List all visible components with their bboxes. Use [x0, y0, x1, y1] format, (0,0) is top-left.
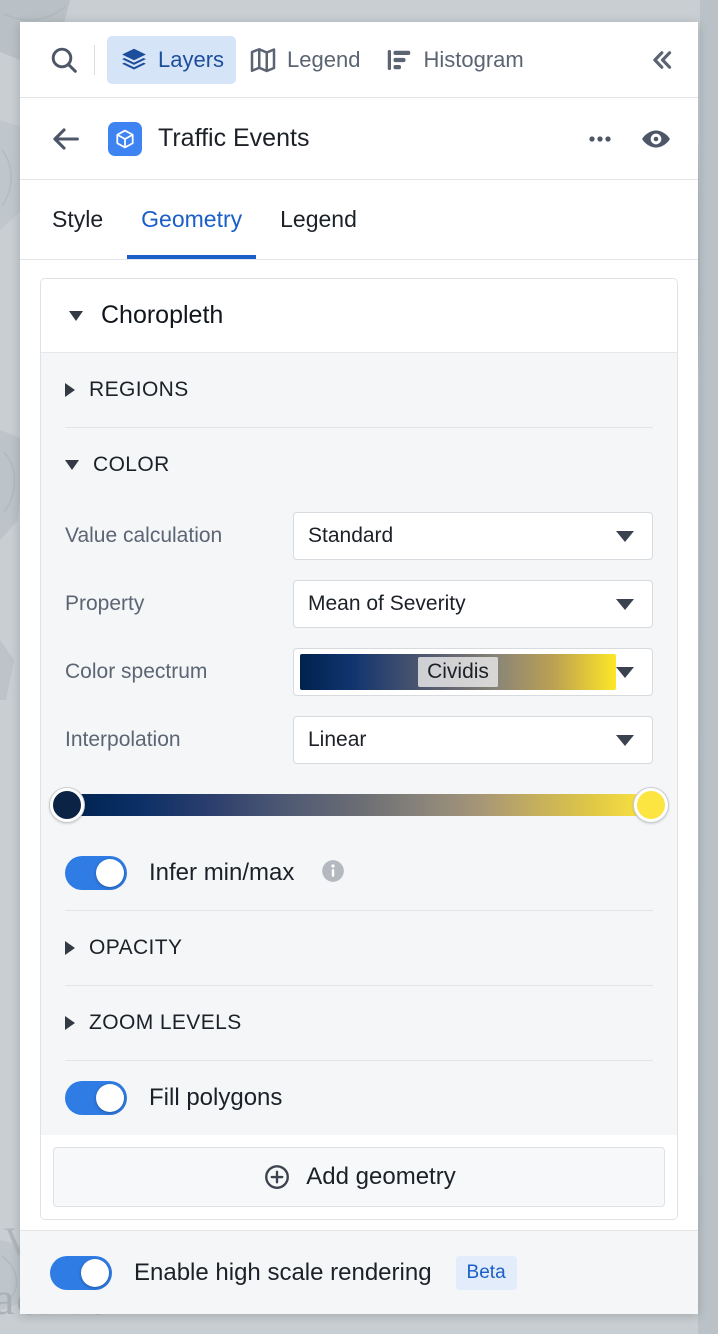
- value-calculation-label: Value calculation: [65, 524, 223, 547]
- high-scale-rendering-toggle[interactable]: [50, 1255, 112, 1290]
- section-regions-label: REGIONS: [89, 378, 189, 401]
- interpolation-select[interactable]: Linear: [293, 716, 653, 764]
- back-button[interactable]: [46, 119, 86, 159]
- chevron-right-icon: [65, 941, 75, 955]
- section-color-label: COLOR: [93, 453, 170, 476]
- fill-polygons-toggle[interactable]: [65, 1081, 127, 1115]
- section-color[interactable]: COLOR: [65, 428, 653, 502]
- toolbar-tab-layers[interactable]: Layers: [107, 35, 237, 84]
- property-select[interactable]: Mean of Severity: [293, 580, 653, 628]
- color-spectrum-label: Color spectrum: [65, 660, 208, 683]
- high-scale-rendering-label: Enable high scale rendering: [134, 1258, 432, 1286]
- layers-icon: [122, 48, 146, 69]
- row-fill-polygons: Fill polygons: [65, 1061, 653, 1135]
- layer-header: Traffic Events: [20, 98, 698, 180]
- color-range-slider[interactable]: [50, 788, 668, 822]
- info-icon[interactable]: [320, 858, 346, 889]
- toggle-knob: [96, 859, 124, 887]
- section-opacity[interactable]: OPACITY: [65, 911, 653, 985]
- color-spectrum-value: Cividis: [418, 657, 498, 687]
- section-regions[interactable]: REGIONS: [65, 353, 653, 427]
- tab-style-label: Style: [52, 206, 104, 232]
- section-zoom-levels-label: ZOOM LEVELS: [89, 1011, 242, 1034]
- chevron-right-icon: [65, 383, 75, 397]
- row-interpolation: Interpolation Linear: [65, 706, 653, 774]
- chevron-right-icon: [65, 1016, 75, 1030]
- infer-min-max-toggle[interactable]: [65, 856, 127, 890]
- arrow-left-icon: [53, 127, 79, 150]
- color-spectrum-select[interactable]: Cividis: [293, 648, 653, 696]
- tab-legend[interactable]: Legend: [266, 180, 371, 259]
- plus-circle-icon: [265, 1165, 290, 1189]
- ellipsis-icon: [589, 135, 611, 142]
- property-value: Mean of Severity: [308, 592, 466, 615]
- chevron-down-icon: [616, 530, 634, 542]
- value-calculation-select[interactable]: Standard: [293, 512, 653, 560]
- choropleth-title: Choropleth: [101, 301, 224, 329]
- value-calculation-value: Standard: [308, 524, 394, 547]
- tab-legend-label: Legend: [280, 206, 357, 232]
- section-opacity-label: OPACITY: [89, 936, 183, 959]
- geometry-card: Choropleth REGIONS COLOR Value calculati…: [40, 278, 678, 1220]
- toggle-knob: [81, 1258, 109, 1287]
- infer-min-max-label: Infer min/max: [149, 859, 295, 886]
- add-geometry-container: Add geometry: [41, 1135, 677, 1219]
- panel-toolbar: Layers Legend Histogram: [20, 22, 698, 98]
- layer-header-actions: [580, 119, 676, 159]
- row-color-spectrum: Color spectrum Cividis: [65, 638, 653, 706]
- toggle-knob: [96, 1084, 124, 1112]
- chevron-double-left-icon: [653, 50, 672, 69]
- add-geometry-label: Add geometry: [306, 1163, 456, 1190]
- toolbar-tab-legend[interactable]: Legend: [236, 36, 372, 84]
- interpolation-label: Interpolation: [65, 728, 181, 751]
- color-range-max-handle[interactable]: [634, 788, 668, 822]
- search-icon: [51, 47, 77, 73]
- tab-style[interactable]: Style: [38, 180, 117, 259]
- choropleth-section-body: REGIONS COLOR Value calculation Standard: [41, 353, 677, 1135]
- toolbar-tab-histogram-label: Histogram: [423, 46, 524, 72]
- cube-icon: [116, 129, 134, 148]
- toolbar-tab-legend-label: Legend: [287, 46, 361, 72]
- settings-tabs: Style Geometry Legend: [20, 180, 698, 260]
- color-range-min-handle[interactable]: [50, 788, 84, 822]
- layer-visibility-button[interactable]: [636, 119, 676, 159]
- histogram-icon: [388, 49, 411, 70]
- row-color-range-slider: [50, 774, 668, 836]
- add-geometry-button[interactable]: Add geometry: [53, 1147, 665, 1207]
- property-label: Property: [65, 592, 145, 615]
- toolbar-tab-layers-label: Layers: [158, 46, 225, 72]
- fill-polygons-label: Fill polygons: [149, 1084, 283, 1111]
- chevron-down-icon: [65, 460, 79, 470]
- map-icon: [250, 47, 276, 72]
- search-button[interactable]: [42, 38, 86, 82]
- beta-badge: Beta: [455, 1255, 517, 1290]
- settings-body: Choropleth REGIONS COLOR Value calculati…: [20, 260, 698, 1230]
- layer-more-options-button[interactable]: [580, 119, 620, 159]
- color-spectrum-swatch: Cividis: [300, 654, 616, 690]
- chevron-down-icon: [616, 734, 634, 746]
- interpolation-value: Linear: [308, 728, 367, 751]
- toolbar-tab-histogram[interactable]: Histogram: [372, 36, 535, 84]
- toolbar-divider: [94, 44, 95, 75]
- layer-settings-panel: Layers Legend Histogram Traffic Events S…: [20, 22, 698, 1314]
- tab-geometry-label: Geometry: [141, 206, 243, 232]
- tab-geometry[interactable]: Geometry: [127, 180, 257, 259]
- collapse-panel-button[interactable]: [638, 37, 684, 83]
- eye-icon: [642, 129, 670, 148]
- row-value-calculation: Value calculation Standard: [65, 502, 653, 570]
- chevron-down-icon: [616, 666, 634, 678]
- layer-type-icon-badge: [108, 121, 142, 156]
- section-zoom-levels[interactable]: ZOOM LEVELS: [65, 986, 653, 1060]
- chevron-down-icon: [616, 598, 634, 610]
- chevron-down-icon: [69, 310, 83, 321]
- choropleth-section-header[interactable]: Choropleth: [41, 279, 677, 353]
- row-infer-min-max: Infer min/max: [65, 836, 653, 910]
- row-property: Property Mean of Severity: [65, 570, 653, 638]
- panel-footer: Enable high scale rendering Beta: [20, 1230, 698, 1314]
- layer-title: Traffic Events: [158, 124, 310, 152]
